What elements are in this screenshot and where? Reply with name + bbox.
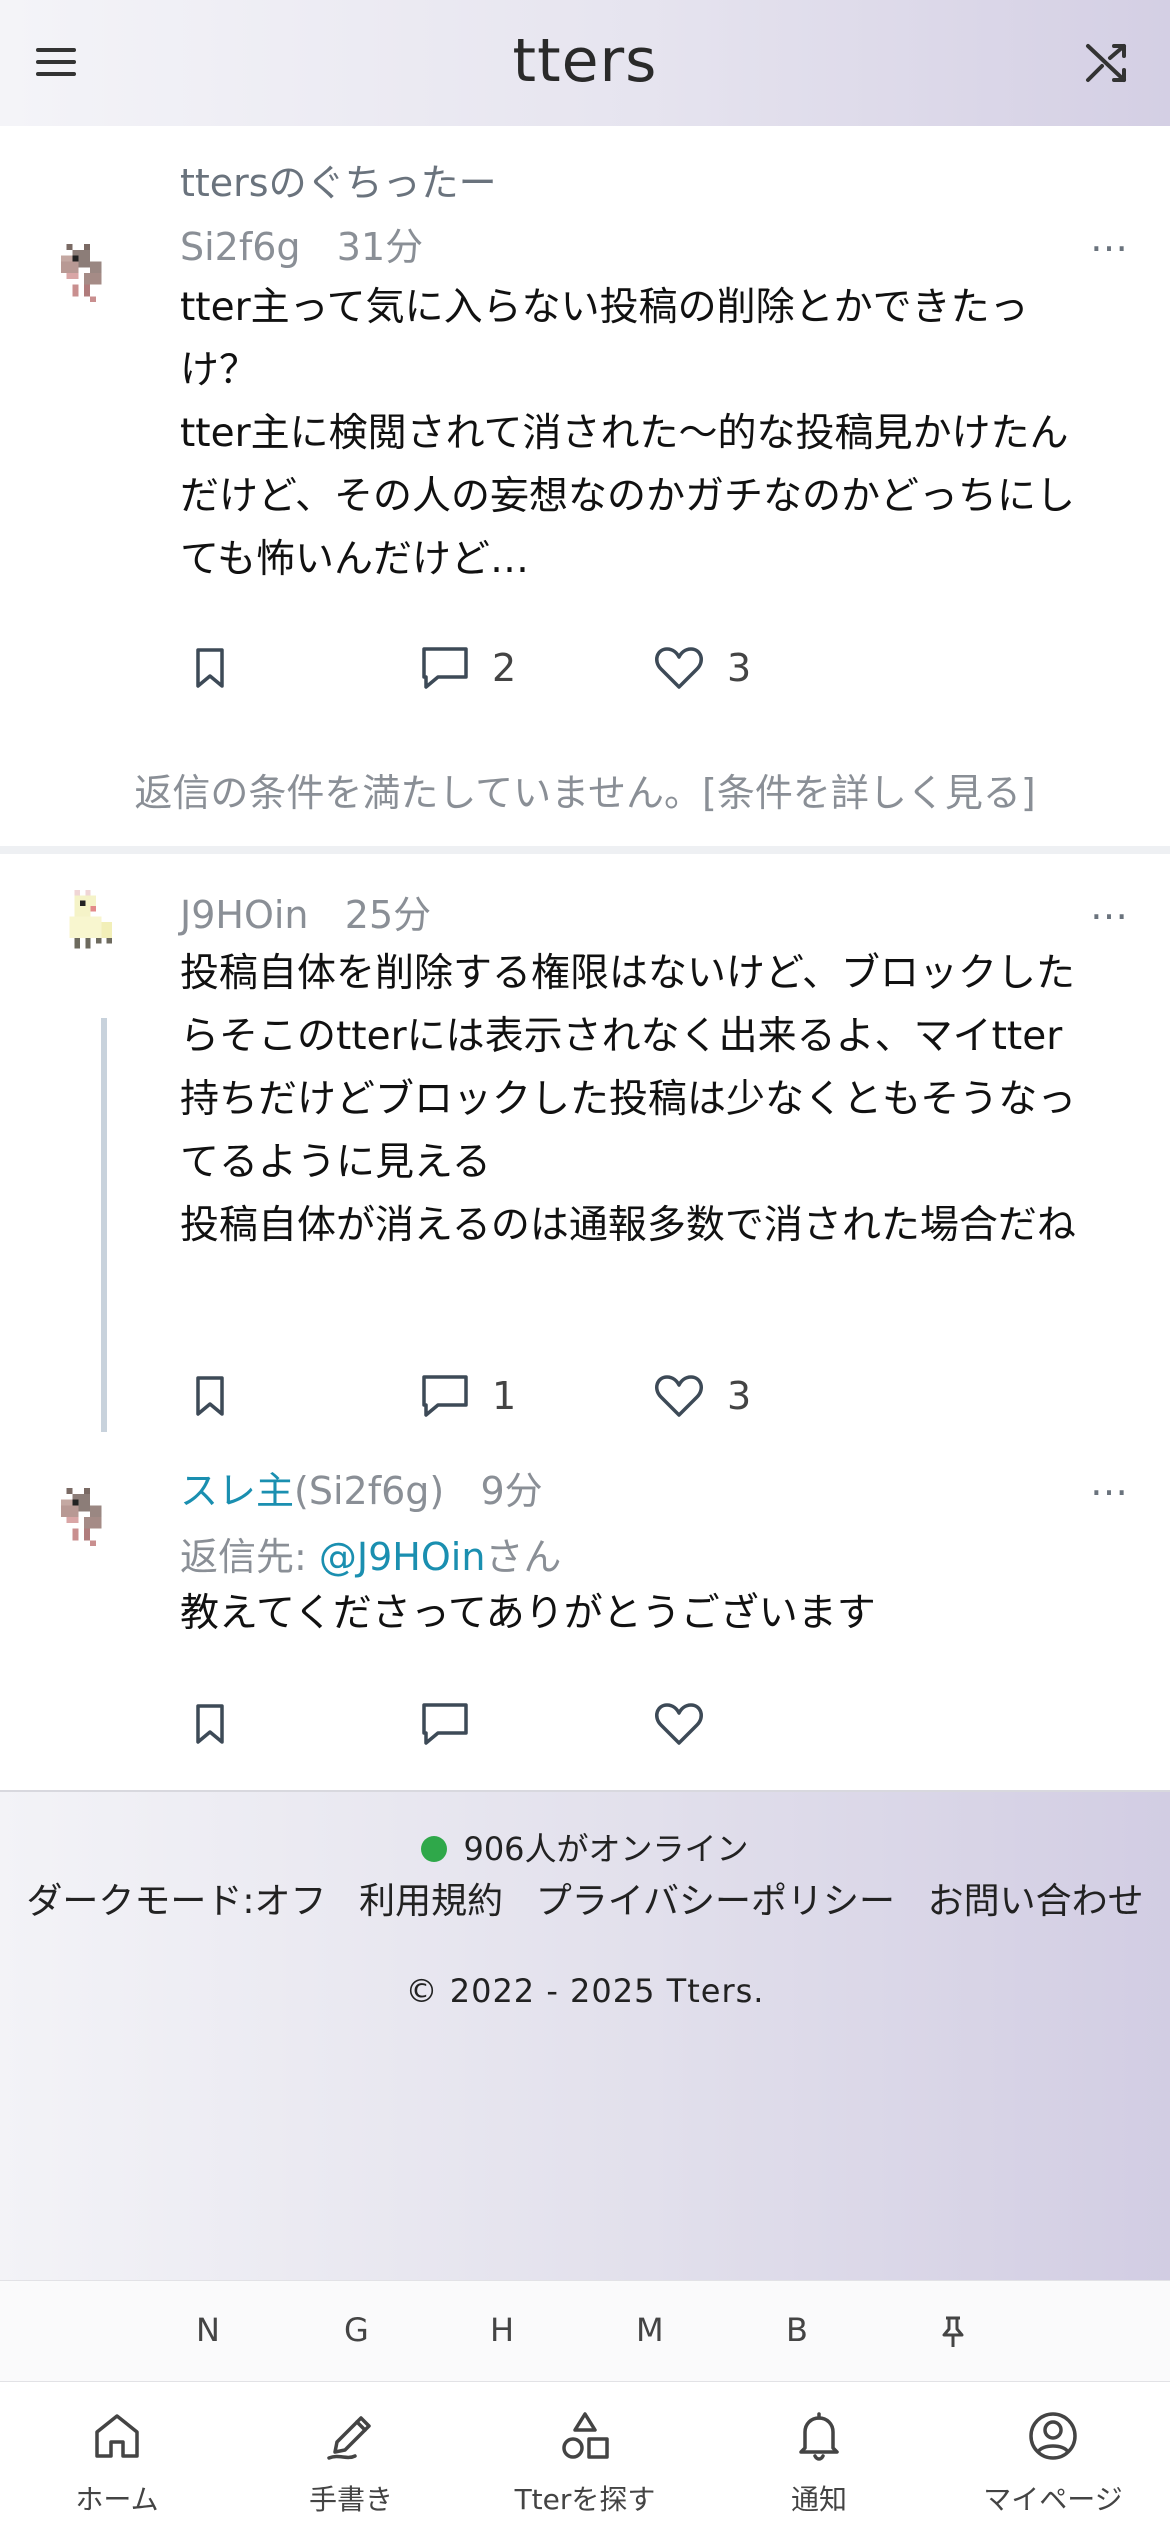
bookmark-icon — [196, 1376, 224, 1416]
tab-explore[interactable]: Tterを探す — [468, 2382, 702, 2532]
shortcut-bar: N G H M B — [0, 2280, 1170, 2382]
post-body: 教えてくださってありがとうございます — [180, 1591, 876, 1636]
app-title[interactable]: tters — [0, 26, 1170, 96]
divider — [0, 846, 1170, 854]
tab-mypage[interactable]: マイページ — [936, 2382, 1170, 2532]
shortcut-n[interactable]: N — [196, 2311, 220, 2349]
bookmark-icon — [196, 1704, 224, 1744]
shortcut-h[interactable]: H — [490, 2311, 514, 2349]
avatar[interactable] — [60, 1488, 120, 1552]
comment-icon — [422, 1703, 468, 1745]
like-button[interactable]: 3 — [653, 638, 751, 698]
author-name[interactable]: (Si2f6g) — [294, 1469, 444, 1513]
bookmark-icon — [196, 648, 224, 688]
bookmark-button[interactable] — [190, 638, 230, 698]
post-time: 25分 — [344, 893, 432, 937]
avatar[interactable] — [60, 244, 120, 308]
post-actions: 2 3 — [190, 638, 890, 698]
more-options-icon[interactable]: … — [1090, 1460, 1130, 1504]
comment-count: 1 — [492, 1374, 517, 1418]
reply-target: 返信先: @J9HOinさん — [180, 1526, 561, 1581]
reply-mention-link[interactable]: @J9HOin — [319, 1535, 486, 1579]
shortcut-b[interactable]: B — [786, 2311, 808, 2349]
author-name[interactable]: J9HOin — [180, 893, 309, 937]
comment-count: 2 — [492, 646, 517, 690]
footer: 906人がオンライン ダークモード:オフ 利用規約 プライバシーポリシー お問い… — [0, 1790, 1170, 2280]
avatar[interactable] — [66, 890, 126, 954]
shuffle-icon[interactable] — [1084, 40, 1130, 86]
home-icon — [95, 2414, 139, 2458]
more-options-icon[interactable]: … — [1090, 884, 1130, 928]
dark-mode-toggle[interactable]: ダークモード:オフ — [26, 1872, 326, 1924]
app-header: tters — [0, 0, 1170, 126]
post-actions — [190, 1694, 890, 1754]
post-meta: J9HOin 25分 — [180, 884, 431, 939]
tab-handwriting[interactable]: 手書き — [234, 2382, 468, 2532]
thread-line — [101, 1018, 107, 1432]
tab-label: Tterを探す — [514, 2483, 656, 2516]
reply-condition-notice[interactable]: 返信の条件を満たしていません。[条件を詳しく見る] — [0, 762, 1170, 817]
heart-icon — [655, 1375, 703, 1417]
comment-icon — [422, 1375, 468, 1417]
online-text: 906人がオンライン — [463, 1830, 749, 1868]
shortcut-g[interactable]: G — [344, 2311, 369, 2349]
board-name[interactable]: ttersのぐちったー — [180, 152, 497, 207]
tab-home[interactable]: ホーム — [0, 2382, 234, 2532]
like-button[interactable]: 3 — [653, 1366, 751, 1426]
bottom-tab-bar: ホーム 手書き Tterを探す 通知 マイページ — [0, 2382, 1170, 2532]
privacy-link[interactable]: プライバシーポリシー — [536, 1872, 895, 1924]
reply-prefix: 返信先: — [180, 1535, 319, 1579]
shortcut-m[interactable]: M — [636, 2311, 664, 2349]
bookmark-button[interactable] — [190, 1694, 230, 1754]
post-time: 31分 — [336, 225, 424, 269]
terms-link[interactable]: 利用規約 — [359, 1872, 503, 1924]
heart-icon — [655, 1703, 703, 1745]
online-status-icon — [421, 1836, 448, 1862]
tab-label: ホーム — [75, 2483, 159, 2516]
author-name[interactable]: Si2f6g — [180, 225, 301, 269]
tab-notifications[interactable]: 通知 — [702, 2382, 936, 2532]
reply-suffix: さん — [485, 1535, 562, 1579]
comment-button[interactable]: 2 — [420, 638, 516, 698]
op-label[interactable]: スレ主 — [180, 1469, 294, 1513]
contact-link[interactable]: お問い合わせ — [928, 1872, 1144, 1924]
post-body: 投稿自体を削除する権限はないけど、ブロックしたらそこのtterには表示されなく出… — [180, 951, 1077, 1248]
like-count: 3 — [727, 646, 752, 690]
post-meta: スレ主(Si2f6g) 9分 — [180, 1460, 543, 1515]
post-time: 9分 — [480, 1469, 543, 1513]
footer-links: ダークモード:オフ 利用規約 プライバシーポリシー お問い合わせ — [0, 1872, 1170, 1924]
tab-label: 通知 — [790, 2483, 847, 2516]
comment-button[interactable]: 1 — [420, 1366, 516, 1426]
shapes-icon — [562, 2412, 609, 2459]
online-count: 906人がオンライン — [0, 1824, 1170, 1870]
comment-icon — [422, 647, 468, 689]
pin-icon[interactable] — [940, 2315, 966, 2349]
like-button[interactable] — [653, 1694, 705, 1754]
copyright: © 2022 - 2025 Tters. — [405, 1972, 765, 2010]
post-meta: Si2f6g 31分 — [180, 216, 423, 271]
bookmark-button[interactable] — [190, 1366, 230, 1426]
heart-icon — [655, 647, 703, 689]
tab-label: 手書き — [308, 2483, 393, 2516]
user-circle-icon — [1029, 2412, 1077, 2460]
tab-label: マイページ — [983, 2483, 1123, 2516]
bell-icon — [799, 2412, 839, 2461]
comment-button[interactable] — [420, 1694, 470, 1754]
more-options-icon[interactable]: … — [1090, 216, 1130, 260]
like-count: 3 — [727, 1374, 752, 1418]
post-actions: 1 3 — [190, 1366, 890, 1426]
post-body: tter主って気に入らない投稿の削除とかできたっけ？ tter主に検閲されて消さ… — [180, 285, 1076, 582]
pen-icon — [327, 2416, 371, 2460]
